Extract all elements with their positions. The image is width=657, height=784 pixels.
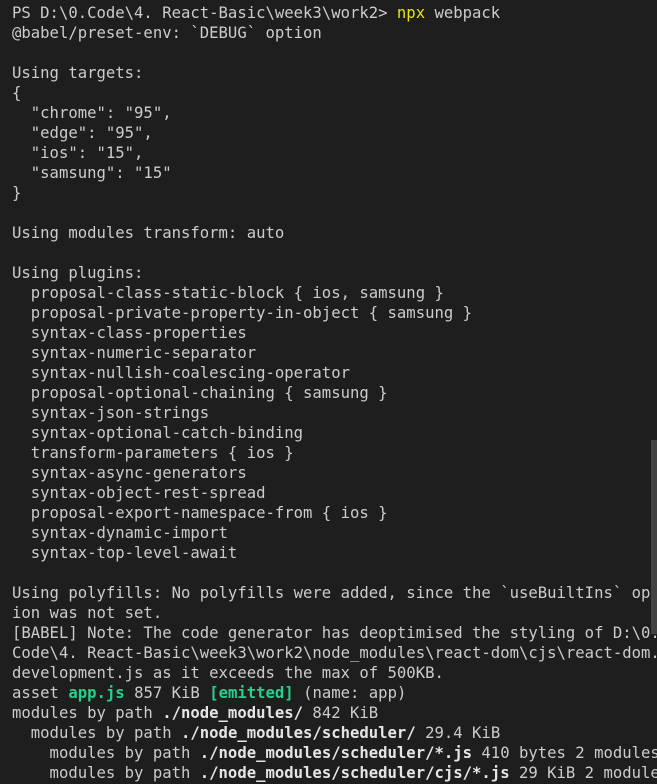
line-text: 842 KiB — [303, 704, 379, 722]
terminal-line: syntax-optional-catch-binding — [12, 423, 657, 443]
terminal-line: ion was not set. — [12, 603, 657, 623]
line-text: Using polyfills: No polyfills were added… — [12, 584, 657, 602]
command-prompt-line: PS D:\0.Code\4. React-Basic\week3\work2>… — [12, 3, 657, 23]
module-path-text: ./node_modules/scheduler/*.js — [199, 744, 473, 762]
line-text: asset — [12, 684, 69, 702]
terminal-line: modules by path ./node_modules/ 842 KiB — [12, 703, 657, 723]
line-text: 410 bytes 2 modules — [472, 744, 657, 762]
terminal-line: modules by path ./node_modules/scheduler… — [12, 723, 657, 743]
terminal-line: syntax-nullish-coalescing-operator — [12, 363, 657, 383]
terminal-output: PS D:\0.Code\4. React-Basic\week3\work2>… — [12, 3, 657, 783]
asset-name-text: app.js — [68, 684, 125, 702]
terminal-line: Using polyfills: No polyfills were added… — [12, 583, 657, 603]
line-text: "edge": "95", — [12, 124, 153, 142]
module-path-text: ./node_modules/scheduler/cjs/*.js — [199, 764, 510, 782]
terminal-line: development.js as it exceeds the max of … — [12, 663, 657, 683]
line-text: [BABEL] Note: The code generator has deo… — [12, 624, 657, 642]
terminal-line: proposal-export-namespace-from { ios } — [12, 503, 657, 523]
terminal-line: modules by path ./node_modules/scheduler… — [12, 763, 657, 783]
line-text: proposal-optional-chaining { samsung } — [12, 384, 388, 402]
terminal-line: { — [12, 83, 657, 103]
line-text: 29 KiB 2 module — [509, 764, 657, 782]
line-text: syntax-optional-catch-binding — [12, 424, 304, 442]
terminal-line: proposal-private-property-in-object { sa… — [12, 303, 657, 323]
line-text: "samsung": "15" — [12, 164, 172, 182]
line-text: proposal-private-property-in-object { sa… — [12, 304, 473, 322]
line-text: { — [12, 84, 22, 102]
line-text: ion was not set. — [12, 604, 163, 622]
terminal-line: proposal-class-static-block { ios, samsu… — [12, 283, 657, 303]
line-text: proposal-class-static-block { ios, samsu… — [12, 284, 444, 302]
terminal-line: syntax-top-level-await — [12, 543, 657, 563]
line-text: transform-parameters { ios } — [12, 444, 294, 462]
terminal-line: modules by path ./node_modules/scheduler… — [12, 743, 657, 763]
terminal-line: proposal-optional-chaining { samsung } — [12, 383, 657, 403]
terminal-window[interactable]: PS D:\0.Code\4. React-Basic\week3\work2>… — [0, 0, 657, 784]
line-text: modules by path — [12, 704, 163, 722]
line-text: modules by path — [12, 744, 200, 762]
terminal-line: } — [12, 183, 657, 203]
terminal-line: "edge": "95", — [12, 123, 657, 143]
line-text: @babel/preset-env: `DEBUG` option — [12, 24, 322, 42]
line-text: syntax-json-strings — [12, 404, 210, 422]
terminal-line: transform-parameters { ios } — [12, 443, 657, 463]
line-text: Using modules transform: auto — [12, 224, 285, 242]
terminal-line: [BABEL] Note: The code generator has deo… — [12, 623, 657, 643]
terminal-line: syntax-async-generators — [12, 463, 657, 483]
line-text: proposal-export-namespace-from { ios } — [12, 504, 388, 522]
line-text: syntax-object-rest-spread — [12, 484, 266, 502]
terminal-line: Using modules transform: auto — [12, 223, 657, 243]
line-text: syntax-async-generators — [12, 464, 247, 482]
module-path-text: ./node_modules/ — [162, 704, 304, 722]
line-text: syntax-nullish-coalescing-operator — [12, 364, 350, 382]
terminal-line: syntax-class-properties — [12, 323, 657, 343]
line-text: } — [12, 184, 22, 202]
terminal-line: Using targets: — [12, 63, 657, 83]
line-text: development.js as it exceeds the max of … — [12, 664, 444, 682]
terminal-line: syntax-json-strings — [12, 403, 657, 423]
terminal-line: syntax-object-rest-spread — [12, 483, 657, 503]
line-text: syntax-top-level-await — [12, 544, 238, 562]
terminal-line: "chrome": "95", — [12, 103, 657, 123]
line-text: "chrome": "95", — [12, 104, 172, 122]
line-text: (name: app) — [293, 684, 407, 702]
line-text: PS D:\0.Code\4. React-Basic\week3\work2> — [12, 4, 397, 22]
line-text: syntax-dynamic-import — [12, 524, 228, 542]
line-text: modules by path — [12, 724, 181, 742]
line-text: modules by path — [12, 764, 200, 782]
terminal-line: @babel/preset-env: `DEBUG` option — [12, 23, 657, 43]
line-text: 857 KiB — [124, 684, 210, 702]
emitted-badge: [emitted] — [209, 684, 294, 702]
terminal-line: asset app.js 857 KiB [emitted] (name: ap… — [12, 683, 657, 703]
terminal-scrollbar[interactable] — [651, 440, 657, 634]
line-text: "ios": "15", — [12, 144, 144, 162]
line-text: Using plugins: — [12, 264, 144, 282]
command-text: npx — [396, 4, 426, 22]
line-text: 29.4 KiB — [415, 724, 501, 742]
line-text: Using targets: — [12, 64, 144, 82]
terminal-line: "samsung": "15" — [12, 163, 657, 183]
terminal-line: syntax-numeric-separator — [12, 343, 657, 363]
terminal-line: syntax-dynamic-import — [12, 523, 657, 543]
terminal-line: Code\4. React-Basic\week3\work2\node_mod… — [12, 643, 657, 663]
line-text: syntax-numeric-separator — [12, 344, 257, 362]
terminal-line: "ios": "15", — [12, 143, 657, 163]
line-text: syntax-class-properties — [12, 324, 247, 342]
terminal-line: Using plugins: — [12, 263, 657, 283]
line-text: webpack — [425, 4, 501, 22]
line-text: Code\4. React-Basic\week3\work2\node_mod… — [12, 644, 657, 662]
module-path-text: ./node_modules/scheduler/ — [181, 724, 416, 742]
